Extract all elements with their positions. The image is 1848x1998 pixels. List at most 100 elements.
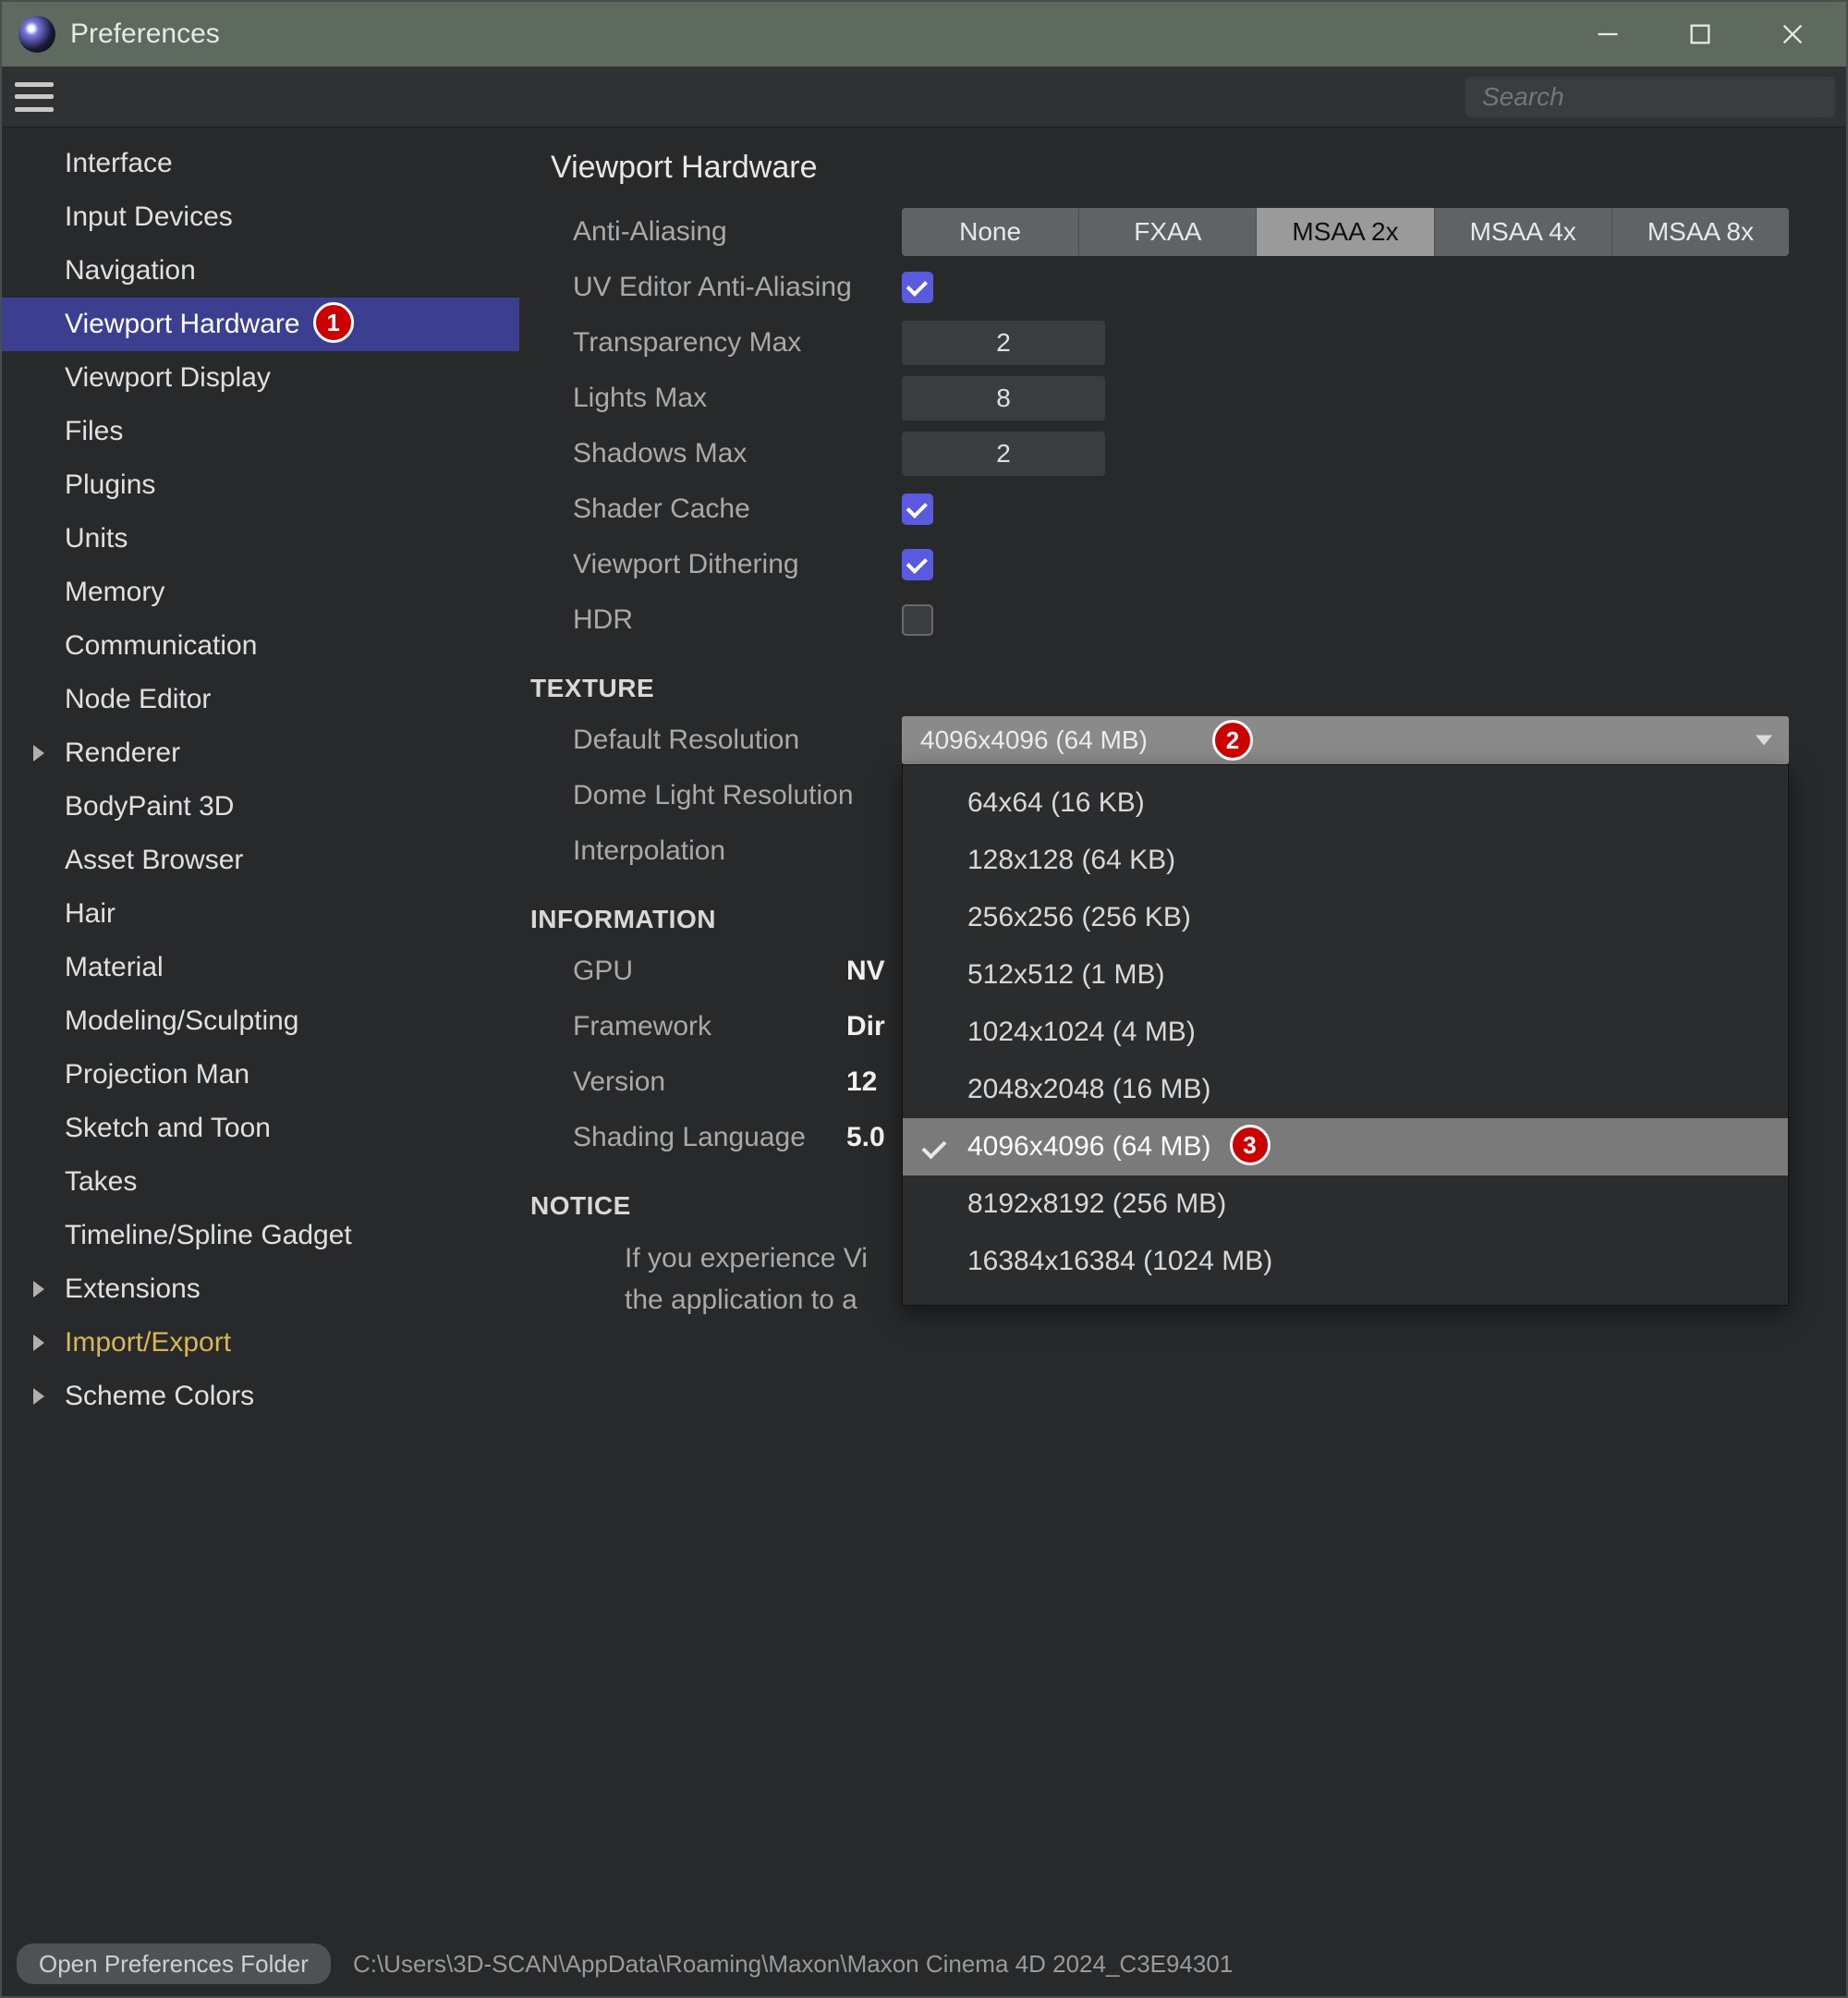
sidebar-item-label: Extensions xyxy=(65,1273,201,1305)
aa-option-msaa-4x[interactable]: MSAA 4x xyxy=(1435,208,1612,256)
sidebar-item-label: Scheme Colors xyxy=(65,1381,254,1412)
callout-badge-1: 1 xyxy=(313,302,354,343)
gpu-label: GPU xyxy=(551,956,846,987)
callout-badge-3: 3 xyxy=(1230,1125,1270,1165)
sidebar-item-modeling-sculpting[interactable]: Modeling/Sculpting xyxy=(2,994,519,1048)
shader-cache-label: Shader Cache xyxy=(551,493,902,525)
sidebar-item-material[interactable]: Material xyxy=(2,941,519,994)
window-title: Preferences xyxy=(70,18,220,50)
resolution-option-label: 4096x4096 (64 MB) xyxy=(967,1131,1211,1163)
sidebar-item-label: Memory xyxy=(65,577,164,608)
sidebar-item-label: Modeling/Sculpting xyxy=(65,1005,299,1037)
sidebar-item-label: Navigation xyxy=(65,255,196,286)
viewport-dithering-checkbox[interactable] xyxy=(902,549,933,580)
sidebar-item-label: Projection Man xyxy=(65,1059,249,1090)
resolution-option[interactable]: 2048x2048 (16 MB) xyxy=(903,1061,1788,1118)
preferences-content: Viewport Hardware Anti-Aliasing NoneFXAA… xyxy=(519,128,1846,1939)
resolution-option[interactable]: 256x256 (256 KB) xyxy=(903,889,1788,946)
close-button[interactable] xyxy=(1774,16,1811,53)
sidebar-item-projection-man[interactable]: Projection Man xyxy=(2,1048,519,1102)
uv-editor-aa-label: UV Editor Anti-Aliasing xyxy=(551,272,902,303)
search-input[interactable] xyxy=(1465,77,1835,117)
resolution-option-label: 2048x2048 (16 MB) xyxy=(967,1074,1211,1105)
resolution-option-label: 128x128 (64 KB) xyxy=(967,845,1175,876)
sidebar-item-label: Sketch and Toon xyxy=(65,1113,271,1144)
sidebar-item-label: Import/Export xyxy=(65,1327,231,1358)
anti-aliasing-segmented[interactable]: NoneFXAAMSAA 2xMSAA 4xMSAA 8x xyxy=(902,208,1789,256)
sidebar-item-hair[interactable]: Hair xyxy=(2,887,519,941)
sidebar-item-label: Viewport Hardware xyxy=(65,309,300,340)
sidebar-item-viewport-hardware[interactable]: Viewport Hardware 1 xyxy=(2,298,519,351)
open-preferences-folder-button[interactable]: Open Preferences Folder xyxy=(17,1943,331,1984)
sidebar-item-label: Timeline/Spline Gadget xyxy=(65,1220,352,1251)
sidebar-item-units[interactable]: Units xyxy=(2,512,519,566)
resolution-option[interactable]: 64x64 (16 KB) xyxy=(903,774,1788,832)
resolution-option[interactable]: 16384x16384 (1024 MB) xyxy=(903,1233,1788,1290)
shader-cache-checkbox[interactable] xyxy=(902,493,933,525)
viewport-dithering-label: Viewport Dithering xyxy=(551,549,902,580)
resolution-option[interactable]: 1024x1024 (4 MB) xyxy=(903,1004,1788,1061)
aa-option-msaa-2x[interactable]: MSAA 2x xyxy=(1257,208,1434,256)
check-icon xyxy=(922,1135,947,1160)
sidebar-item-label: Renderer xyxy=(65,737,180,769)
menu-button[interactable] xyxy=(13,79,55,116)
sidebar-item-navigation[interactable]: Navigation xyxy=(2,244,519,298)
sidebar-item-bodypaint-3d[interactable]: BodyPaint 3D xyxy=(2,780,519,834)
sidebar-item-memory[interactable]: Memory xyxy=(2,566,519,619)
sidebar-item-communication[interactable]: Communication xyxy=(2,619,519,673)
hdr-checkbox[interactable] xyxy=(902,604,933,636)
aa-option-none[interactable]: None xyxy=(902,208,1079,256)
shadows-max-input[interactable]: 2 xyxy=(902,432,1105,476)
lights-max-input[interactable]: 8 xyxy=(902,376,1105,420)
sidebar-item-timeline-spline-gadget[interactable]: Timeline/Spline Gadget xyxy=(2,1209,519,1262)
sidebar-item-input-devices[interactable]: Input Devices xyxy=(2,190,519,244)
dome-light-resolution-label: Dome Light Resolution xyxy=(551,780,902,811)
resolution-option[interactable]: 512x512 (1 MB) xyxy=(903,946,1788,1004)
resolution-option[interactable]: 8192x8192 (256 MB) xyxy=(903,1176,1788,1233)
gpu-value: NV xyxy=(846,956,885,987)
minimize-button[interactable] xyxy=(1589,16,1626,53)
uv-editor-aa-checkbox[interactable] xyxy=(902,272,933,303)
preferences-folder-path: C:\Users\3D-SCAN\AppData\Roaming\Maxon\M… xyxy=(353,1950,1233,1979)
sidebar-item-node-editor[interactable]: Node Editor xyxy=(2,673,519,726)
sidebar-item-scheme-colors[interactable]: Scheme Colors xyxy=(2,1370,519,1423)
resolution-option[interactable]: 4096x4096 (64 MB) 3 xyxy=(903,1118,1788,1176)
sidebar-item-label: Communication xyxy=(65,630,257,662)
sidebar-item-takes[interactable]: Takes xyxy=(2,1155,519,1209)
titlebar: Preferences xyxy=(2,2,1846,67)
sidebar-item-plugins[interactable]: Plugins xyxy=(2,458,519,512)
shading-language-label: Shading Language xyxy=(551,1122,846,1153)
default-resolution-value: 4096x4096 (64 MB) xyxy=(920,725,1148,755)
resolution-option[interactable]: 128x128 (64 KB) xyxy=(903,832,1788,889)
sidebar-item-interface[interactable]: Interface xyxy=(2,137,519,190)
resolution-option-label: 8192x8192 (256 MB) xyxy=(967,1188,1226,1220)
version-label: Version xyxy=(551,1066,846,1098)
sidebar-item-label: BodyPaint 3D xyxy=(65,791,234,822)
aa-option-fxaa[interactable]: FXAA xyxy=(1079,208,1257,256)
framework-value: Dir xyxy=(846,1011,885,1042)
hdr-label: HDR xyxy=(551,604,902,636)
sidebar-item-viewport-display[interactable]: Viewport Display xyxy=(2,351,519,405)
sidebar-item-label: Files xyxy=(65,416,123,447)
preferences-sidebar: Interface Input Devices Navigation Viewport… xyxy=(2,128,519,1939)
sidebar-item-files[interactable]: Files xyxy=(2,405,519,458)
sidebar-item-renderer[interactable]: Renderer xyxy=(2,726,519,780)
sidebar-item-asset-browser[interactable]: Asset Browser xyxy=(2,834,519,887)
sidebar-item-label: Interface xyxy=(65,148,173,179)
chevron-right-icon xyxy=(33,1334,44,1351)
resolution-option-label: 256x256 (256 KB) xyxy=(967,902,1191,933)
panel-title: Viewport Hardware xyxy=(551,150,1815,186)
toolbar xyxy=(2,67,1846,128)
sidebar-item-sketch-and-toon[interactable]: Sketch and Toon xyxy=(2,1102,519,1155)
texture-section-header: TEXTURE xyxy=(530,674,1815,703)
shading-language-value: 5.0 xyxy=(846,1122,885,1153)
aa-option-msaa-8x[interactable]: MSAA 8x xyxy=(1612,208,1789,256)
default-resolution-label: Default Resolution xyxy=(551,725,902,756)
sidebar-item-label: Node Editor xyxy=(65,684,211,715)
transparency-max-input[interactable]: 2 xyxy=(902,321,1105,365)
maximize-button[interactable] xyxy=(1682,16,1719,53)
statusbar: Open Preferences Folder C:\Users\3D-SCAN… xyxy=(2,1939,1846,1996)
sidebar-item-import-export[interactable]: Import/Export xyxy=(2,1316,519,1370)
sidebar-item-extensions[interactable]: Extensions xyxy=(2,1262,519,1316)
default-resolution-dropdown[interactable]: 4096x4096 (64 MB) 2 64x64 (16 KB)128x128… xyxy=(902,716,1789,764)
